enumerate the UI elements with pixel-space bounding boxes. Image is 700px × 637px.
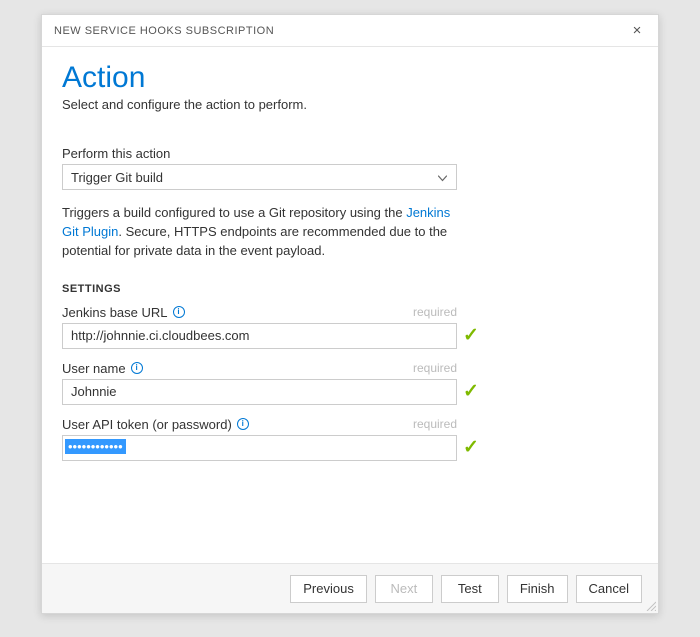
check-icon: ✓ [463,326,479,345]
action-help-text: Triggers a build configured to use a Git… [62,204,470,261]
test-button[interactable]: Test [441,575,499,603]
username-label: User name [62,361,126,376]
info-icon[interactable]: i [131,362,143,374]
check-icon: ✓ [463,438,479,457]
username-input[interactable] [62,379,457,405]
jenkins-url-label: Jenkins base URL [62,305,168,320]
dialog: NEW SERVICE HOOKS SUBSCRIPTION × Action … [41,14,659,614]
next-button: Next [375,575,433,603]
required-text: required [413,361,457,375]
cancel-button[interactable]: Cancel [576,575,642,603]
username-field: User name i required ✓ [62,361,638,405]
page-heading: Action [62,61,638,95]
dialog-title: NEW SERVICE HOOKS SUBSCRIPTION [54,25,274,37]
resize-grip-icon[interactable] [644,599,656,611]
api-token-input[interactable]: •••••••••••• [62,435,457,461]
required-text: required [413,305,457,319]
action-label: Perform this action [62,146,638,161]
info-icon[interactable]: i [173,306,185,318]
finish-button[interactable]: Finish [507,575,568,603]
check-icon: ✓ [463,382,479,401]
required-text: required [413,417,457,431]
dialog-footer: Previous Next Test Finish Cancel [42,563,658,613]
page-subtitle: Select and configure the action to perfo… [62,97,638,112]
jenkins-url-field: Jenkins base URL i required ✓ [62,305,638,349]
api-token-label: User API token (or password) [62,417,232,432]
jenkins-url-input[interactable] [62,323,457,349]
dialog-body: Action Select and configure the action t… [42,47,658,563]
settings-header: SETTINGS [62,283,638,295]
close-icon[interactable]: × [628,22,646,40]
action-select-wrap [62,164,457,190]
info-icon[interactable]: i [237,418,249,430]
titlebar: NEW SERVICE HOOKS SUBSCRIPTION × [42,15,658,47]
api-token-field: User API token (or password) i required … [62,417,638,461]
action-select[interactable] [62,164,457,190]
previous-button[interactable]: Previous [290,575,367,603]
